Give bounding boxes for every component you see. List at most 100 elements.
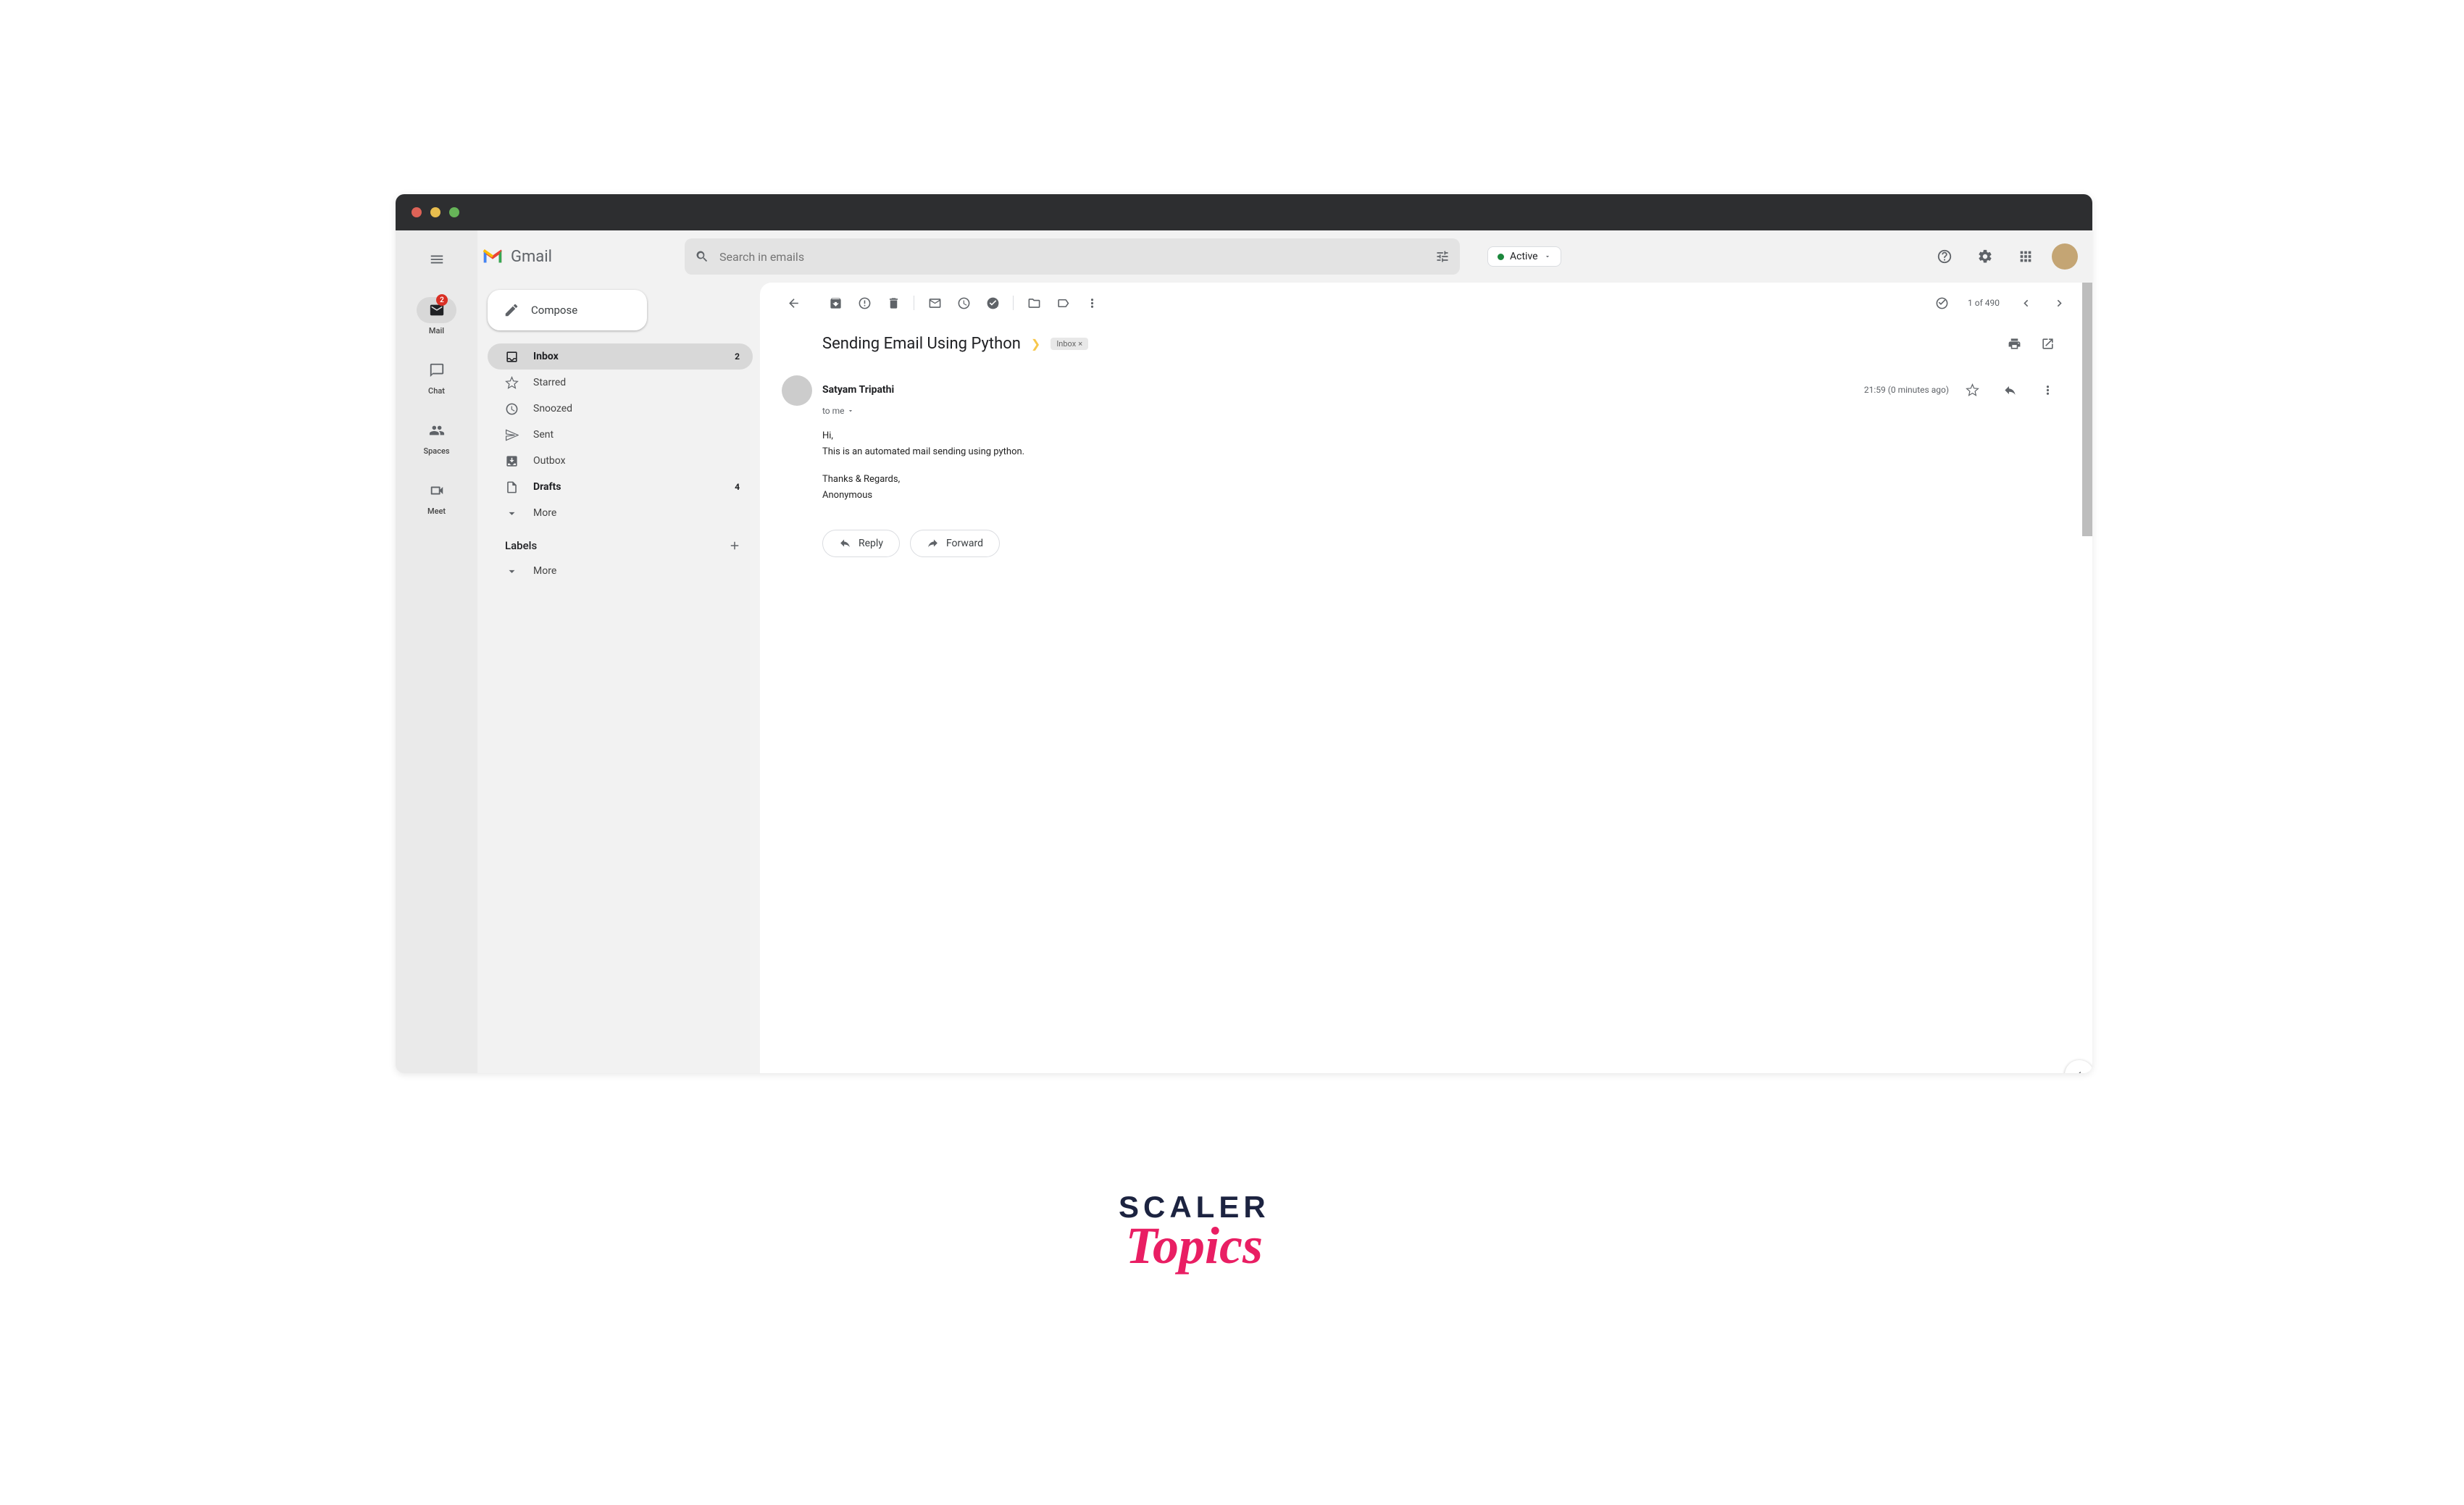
- forward-icon: [927, 537, 939, 549]
- add-task-button[interactable]: [978, 288, 1007, 317]
- sidebar-labels-more[interactable]: More: [488, 558, 753, 584]
- sidebar-item-label: Drafts: [533, 481, 720, 493]
- header-bar: Gmail Active: [477, 230, 2092, 283]
- subject-row: Sending Email Using Python ❯ Inbox ×: [822, 329, 2062, 358]
- reply-actions: Reply Forward: [822, 530, 2062, 557]
- sidebar-item-more[interactable]: More: [488, 500, 753, 526]
- app-window: 2 Mail Chat Spaces Meet Gmail: [396, 194, 2092, 1073]
- app-rail: 2 Mail Chat Spaces Meet: [396, 230, 477, 1073]
- draft-icon: [505, 480, 519, 494]
- move-to-button[interactable]: [1019, 288, 1048, 317]
- rail-spaces[interactable]: Spaces: [417, 417, 456, 456]
- rail-meet[interactable]: Meet: [417, 478, 456, 516]
- snooze-button[interactable]: [949, 288, 978, 317]
- outbox-icon: [505, 454, 519, 468]
- help-button[interactable]: [1930, 242, 1959, 271]
- search-options-icon[interactable]: [1435, 249, 1450, 264]
- rail-mail-label: Mail: [429, 326, 444, 335]
- sender-avatar[interactable]: [782, 375, 812, 406]
- spam-button[interactable]: [850, 288, 879, 317]
- gmail-text: Gmail: [511, 248, 552, 266]
- minimize-window-button[interactable]: [430, 207, 440, 217]
- message-more-button[interactable]: [2033, 375, 2062, 404]
- offline-icon: [1935, 296, 1949, 310]
- content-panel: 1 of 490 Sending Email Using Python ❯ In…: [760, 283, 2092, 1073]
- inbox-label-chip[interactable]: Inbox ×: [1051, 338, 1088, 350]
- chat-icon: [429, 362, 445, 378]
- search-input[interactable]: [719, 250, 1425, 264]
- labels-button[interactable]: [1048, 288, 1077, 317]
- forward-button[interactable]: Forward: [910, 530, 1000, 557]
- email-subject: Sending Email Using Python: [822, 335, 1021, 353]
- status-chip[interactable]: Active: [1487, 246, 1561, 267]
- inbox-icon: [505, 350, 519, 364]
- delete-button[interactable]: [879, 288, 908, 317]
- sidebar-item-outbox[interactable]: Outbox: [488, 448, 753, 474]
- sidebar-item-label: Starred: [533, 377, 740, 388]
- star-outline-icon: [1966, 383, 1979, 397]
- spaces-icon: [429, 422, 445, 438]
- print-icon: [2008, 337, 2021, 351]
- remove-label-icon[interactable]: ×: [1078, 339, 1082, 349]
- search-bar[interactable]: [685, 238, 1460, 275]
- back-button[interactable]: [779, 288, 808, 317]
- maximize-window-button[interactable]: [449, 207, 459, 217]
- apps-button[interactable]: [2011, 242, 2040, 271]
- importance-marker-icon[interactable]: ❯: [1031, 337, 1040, 351]
- recipients-toggle[interactable]: to me: [822, 406, 2062, 416]
- rail-chat[interactable]: Chat: [417, 357, 456, 396]
- next-page-button[interactable]: [2045, 288, 2073, 317]
- account-avatar[interactable]: [2052, 243, 2078, 270]
- more-actions-button[interactable]: [1077, 288, 1106, 317]
- gmail-app: 2 Mail Chat Spaces Meet Gmail: [396, 230, 2092, 1073]
- message-body: Hi, This is an automated mail sending us…: [822, 429, 2062, 504]
- main-menu-button[interactable]: [421, 243, 453, 275]
- compose-button[interactable]: Compose: [488, 290, 647, 330]
- sig-line: Thanks & Regards,: [822, 472, 2062, 487]
- rail-chat-label: Chat: [428, 386, 445, 396]
- chevron-down-icon: [1544, 253, 1551, 260]
- chevron-left-icon: [2073, 1069, 2085, 1073]
- spam-icon: [858, 296, 872, 310]
- message-toolbar: 1 of 490: [760, 283, 2092, 323]
- sidebar-item-drafts[interactable]: Drafts 4: [488, 474, 753, 500]
- app-body: Compose Inbox 2 Starred Snoozed: [477, 283, 2092, 1073]
- add-label-button[interactable]: [728, 539, 741, 552]
- sidebar-item-starred[interactable]: Starred: [488, 370, 753, 396]
- compose-label: Compose: [531, 304, 577, 317]
- popout-button[interactable]: [2033, 329, 2062, 358]
- vertical-scrollbar[interactable]: [2082, 283, 2092, 536]
- sidebar-item-label: Outbox: [533, 455, 740, 467]
- apps-grid-icon: [2018, 249, 2034, 264]
- reply-icon: [2003, 383, 2017, 397]
- rail-spaces-label: Spaces: [423, 446, 449, 456]
- side-panel-toggle[interactable]: [2065, 1060, 2092, 1073]
- rail-mail[interactable]: 2 Mail: [417, 297, 456, 335]
- page-counter: 1 of 490: [1968, 298, 2000, 308]
- labels-header: Labels: [488, 526, 753, 558]
- meet-icon: [429, 483, 445, 499]
- sender-name: Satyam Tripathi: [822, 384, 894, 396]
- forward-label: Forward: [946, 538, 983, 549]
- gmail-logo[interactable]: Gmail: [482, 248, 677, 266]
- gmail-m-icon: [482, 249, 504, 264]
- star-message-button[interactable]: [1958, 375, 1987, 404]
- more-vert-icon: [2041, 383, 2055, 397]
- prev-page-button[interactable]: [2011, 288, 2040, 317]
- sidebar-item-inbox[interactable]: Inbox 2: [488, 343, 753, 370]
- offline-button[interactable]: [1927, 288, 1956, 317]
- settings-button[interactable]: [1971, 242, 2000, 271]
- arrow-back-icon: [787, 296, 801, 310]
- hamburger-icon: [429, 251, 445, 267]
- scaler-topics-logo: SCALER Topics: [1119, 1190, 1270, 1276]
- reply-button[interactable]: Reply: [822, 530, 900, 557]
- print-button[interactable]: [2000, 329, 2029, 358]
- sidebar-item-sent[interactable]: Sent: [488, 422, 753, 448]
- mark-unread-button[interactable]: [920, 288, 949, 317]
- reply-icon-button[interactable]: [1995, 375, 2024, 404]
- close-window-button[interactable]: [412, 207, 422, 217]
- sidebar-item-snoozed[interactable]: Snoozed: [488, 396, 753, 422]
- mail-badge: 2: [436, 294, 448, 306]
- sidebar-item-count: 4: [735, 482, 740, 492]
- archive-button[interactable]: [821, 288, 850, 317]
